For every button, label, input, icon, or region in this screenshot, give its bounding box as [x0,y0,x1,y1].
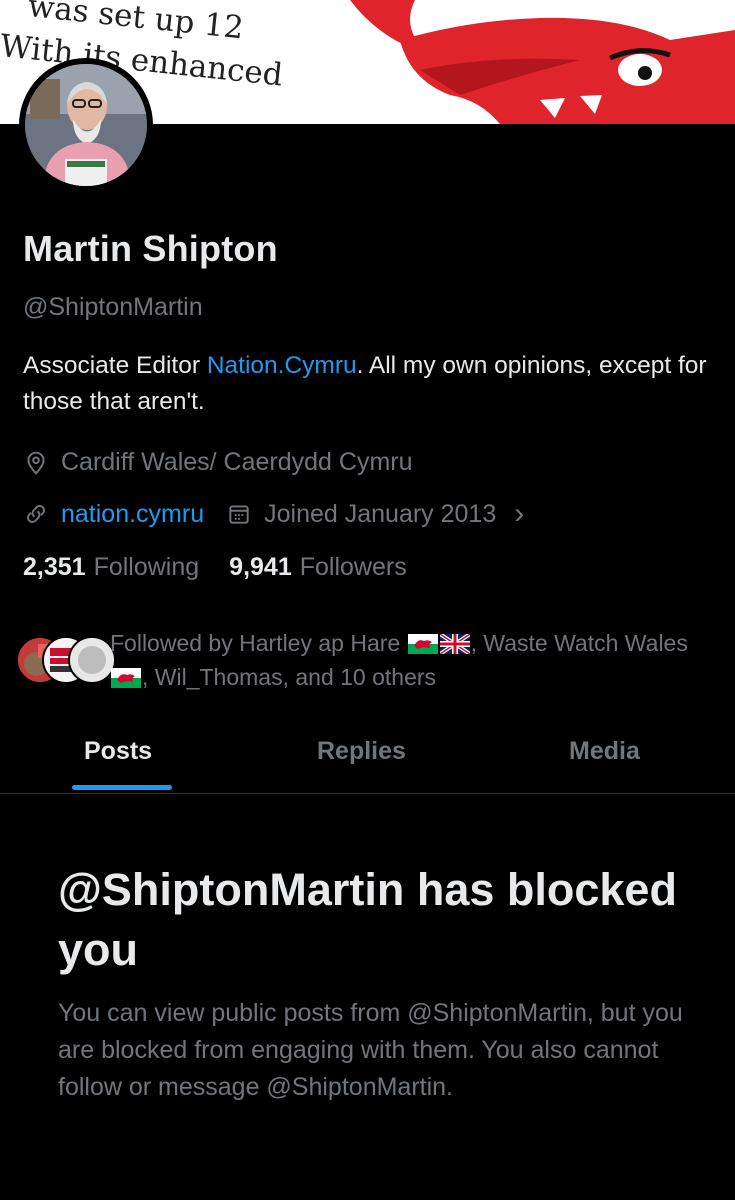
followed-by-text[interactable]: Followed by Hartley ap Hare , Waste Watc… [110,626,710,694]
wales-flag-icon [407,634,438,654]
link-icon [27,505,45,523]
avatar[interactable] [19,58,153,192]
active-tab-indicator [72,785,172,790]
profile-bio: Associate Editor Nation.Cymru. All my ow… [23,348,723,420]
location-text: Cardiff Wales/ Caerdydd Cymru [61,448,413,476]
chevron-right-icon[interactable]: › [514,497,524,531]
tab-posts[interactable]: Posts [84,737,152,766]
uk-flag-icon [439,634,470,654]
followers-count: 9,941 [229,553,292,581]
followers-link[interactable]: 9,941 Followers [229,553,407,582]
bio-text-prefix: Associate Editor [23,352,207,379]
profile-name: Martin Shipton [23,228,278,269]
website-link[interactable]: nation.cymru [61,500,204,529]
avatar-photo [25,64,147,186]
dragon-illustration-icon [350,0,735,124]
follower-avatar-3 [68,636,116,684]
tab-media[interactable]: Media [569,737,640,766]
profile-website-joined-row: nation.cymru Joined January 2013 › [23,497,524,531]
followed-by-part2: , Waste Watch Wales [470,630,688,656]
profile-tabs: Posts Replies Media [0,715,735,794]
calendar-icon [229,505,249,524]
bio-link[interactable]: Nation.Cymru [207,352,357,379]
profile-handle: @ShiptonMartin [23,293,203,321]
followers-you-know-avatars[interactable] [16,636,116,684]
following-link[interactable]: 2,351 Following [23,553,199,582]
blocked-description: You can view public posts from @ShiptonM… [58,999,683,1101]
wales-flag-icon [111,668,141,688]
tab-replies[interactable]: Replies [317,737,406,766]
followed-by-part3: , Wil_Thomas, and 10 others [142,664,437,690]
following-label: Following [93,553,200,581]
joined-text: Joined January 2013 [264,499,497,528]
location-pin-icon [27,451,45,475]
followers-label: Followers [299,553,407,581]
following-count: 2,351 [23,553,86,581]
follow-counts: 2,351 Following 9,941 Followers [23,553,407,582]
blocked-title: @ShiptonMartin has blocked you [58,864,677,975]
profile-location: Cardiff Wales/ Caerdydd Cymru [23,448,413,477]
followed-by-part1: Followed by Hartley ap Hare [110,630,407,656]
